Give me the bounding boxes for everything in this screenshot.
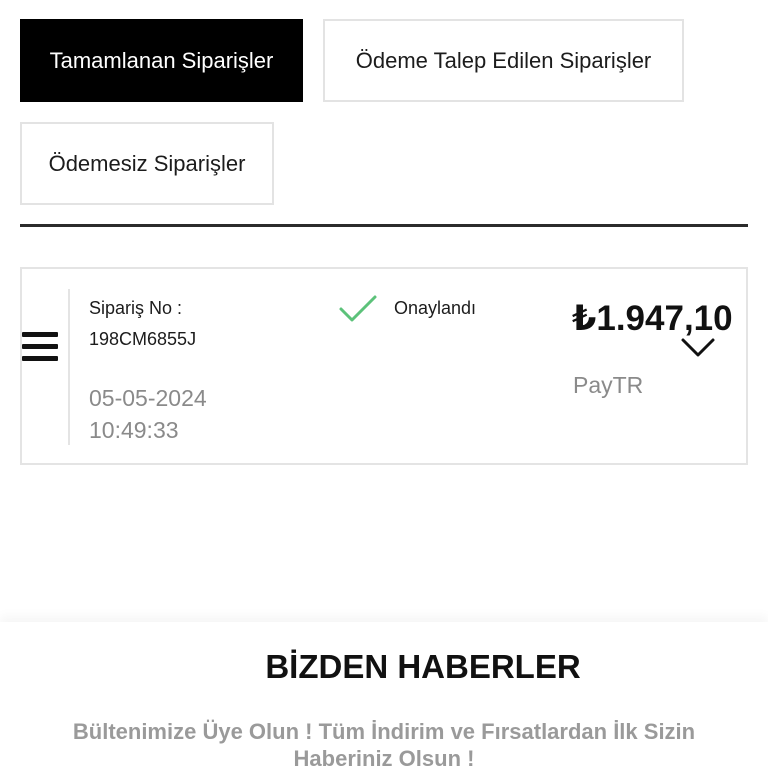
card-separator — [68, 289, 70, 445]
tabs-divider — [20, 224, 748, 227]
tab-payment-requested-orders[interactable]: Ödeme Talep Edilen Siparişler — [323, 19, 684, 102]
order-time: 10:49:33 — [89, 417, 179, 443]
payment-method: PayTR — [573, 372, 644, 398]
tab-completed-orders[interactable]: Tamamlanan Siparişler — [20, 19, 303, 102]
order-number: 198CM6855J — [89, 329, 197, 349]
newsletter-section: BİZDEN HABERLER Bültenimize Üye Olun ! T… — [0, 622, 768, 768]
order-status: Onaylandı — [394, 298, 477, 318]
check-icon — [339, 295, 377, 322]
order-price: ₺1.947,10 — [572, 299, 733, 338]
tab-unpaid-orders[interactable]: Ödemesiz Siparişler — [20, 122, 274, 205]
menu-icon[interactable] — [22, 330, 60, 364]
newsletter-subtitle: Bültenimize Üye Olun ! Tüm İndirim ve Fı… — [72, 719, 696, 768]
order-date: 05-05-2024 — [89, 385, 207, 411]
order-number-label: Sipariş No : — [89, 298, 183, 318]
newsletter-title: BİZDEN HABERLER — [265, 648, 581, 685]
order-card: Sipariş No : 198CM6855J 05-05-2024 10:49… — [20, 267, 748, 465]
chevron-down-icon[interactable] — [680, 337, 716, 359]
